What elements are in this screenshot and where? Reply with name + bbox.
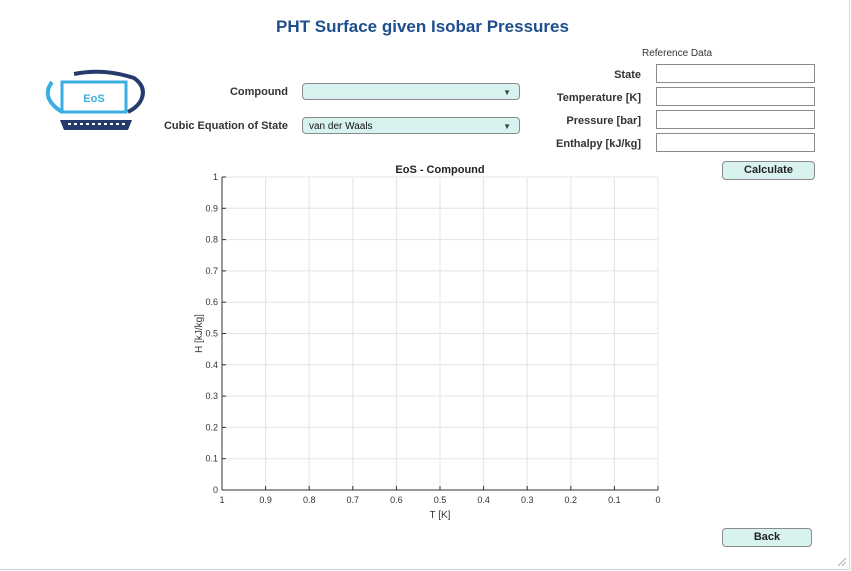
x-tick-label: 0.6 <box>390 495 403 505</box>
y-tick-label: 0.3 <box>205 391 218 401</box>
x-tick-label: 0.4 <box>477 495 490 505</box>
chart-title: EoS - Compound <box>395 164 484 176</box>
y-tick-label: 0.5 <box>205 329 218 339</box>
eos-chart: 1 0.9 0.8 0.7 0.6 0.5 0.4 0.3 0.2 0.1 0 0 0.1 0.2 0.3… <box>194 164 661 521</box>
x-tick-label: 0.3 <box>521 495 534 505</box>
y-axis-label: H [kJ/kg] <box>194 314 205 353</box>
x-tick-label: 0.2 <box>565 495 578 505</box>
y-tick-label: 0.7 <box>205 266 218 276</box>
y-tick-label: 0.8 <box>205 235 218 245</box>
x-axis-label: T [K] <box>430 510 451 521</box>
back-button[interactable]: Back <box>722 528 812 547</box>
y-tick-label: 0.6 <box>205 297 218 307</box>
y-tick-label: 0.9 <box>205 203 218 213</box>
x-axis: 1 0.9 0.8 0.7 0.6 0.5 0.4 0.3 0.2 0.1 0 <box>219 486 661 505</box>
x-tick-label: 1 <box>219 495 224 505</box>
y-tick-label: 0.2 <box>205 422 218 432</box>
y-axis: 0 0.1 0.2 0.3 0.4 0.5 0.6 0.7 0.8 0.9 1 <box>205 172 226 495</box>
x-tick-label: 0.9 <box>259 495 272 505</box>
x-tick-label: 0.7 <box>347 495 360 505</box>
y-tick-label: 1 <box>213 172 218 182</box>
y-tick-label: 0 <box>213 485 218 495</box>
x-tick-label: 0 <box>655 495 660 505</box>
x-tick-label: 0.1 <box>608 495 621 505</box>
chart-grid <box>221 176 659 491</box>
x-tick-label: 0.5 <box>434 495 447 505</box>
resize-grip-icon[interactable] <box>835 555 847 567</box>
x-tick-label: 0.8 <box>303 495 316 505</box>
y-tick-label: 0.4 <box>205 360 218 370</box>
y-tick-label: 0.1 <box>205 454 218 464</box>
